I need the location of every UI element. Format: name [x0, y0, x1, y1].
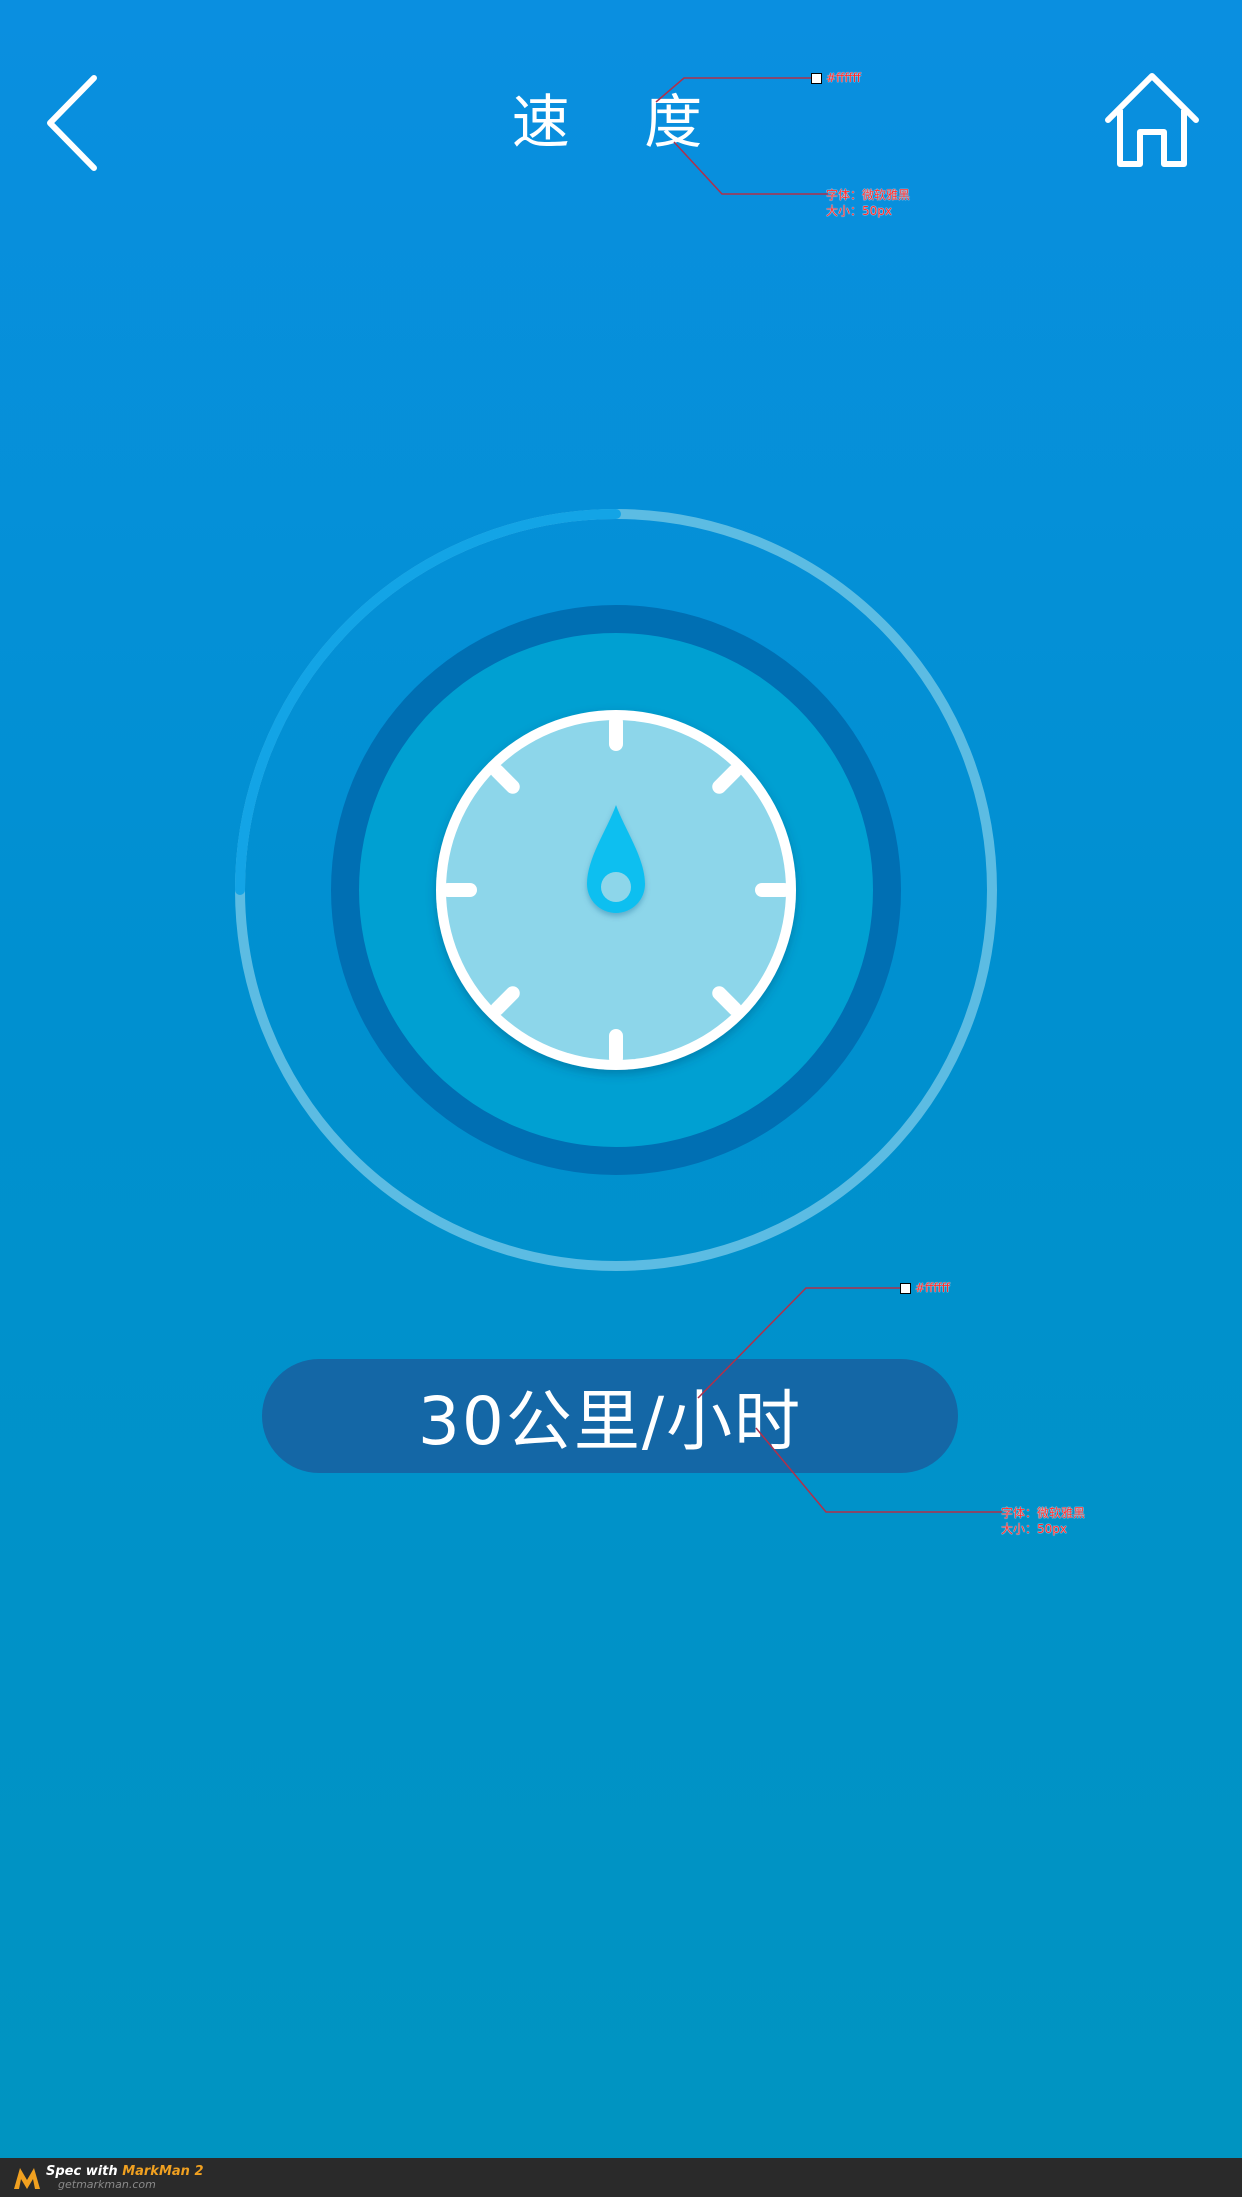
title-size-annotation: 大小：50px — [826, 204, 892, 218]
color-swatch-marker — [811, 73, 822, 84]
speed-font-annotation: 字体：微软雅黑 — [1001, 1506, 1086, 1520]
title-font-annotation: 字体：微软雅黑 — [826, 188, 911, 202]
speed-gauge — [235, 509, 997, 1271]
home-button[interactable] — [1102, 68, 1202, 178]
page-title: 速 度 — [511, 88, 731, 156]
footer-spec-with: Spec with — [46, 2163, 123, 2179]
home-icon — [1105, 73, 1199, 167]
footer-url[interactable]: getmarkman.com — [46, 2178, 204, 2191]
markman-logo-icon — [14, 2167, 40, 2189]
speed-size-annotation: 大小：50px — [1001, 1522, 1067, 1536]
markman-footer: Spec with MarkMan 2 getmarkman.com — [0, 2158, 1242, 2197]
speed-annotation-lines — [697, 1287, 1002, 1513]
title-annotation-lines — [655, 77, 828, 195]
title-color-annotation: #ffffff — [826, 71, 861, 85]
compass-icon — [436, 710, 796, 1070]
color-swatch-marker — [900, 1283, 911, 1294]
footer-brand: MarkMan 2 — [122, 2163, 204, 2179]
speed-color-annotation: #ffffff — [915, 1281, 950, 1295]
